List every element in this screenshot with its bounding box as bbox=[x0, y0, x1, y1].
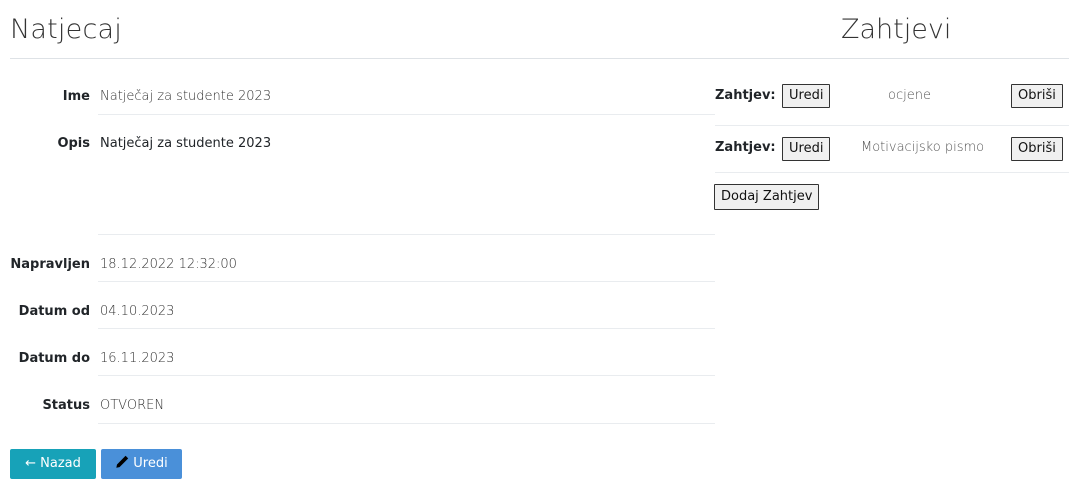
requirement-row: Zahtjev: Uredi ocjene Obriši bbox=[715, 78, 1069, 126]
requirement-label: Zahtjev: bbox=[715, 140, 776, 155]
back-button[interactable]: ← Nazad bbox=[10, 449, 96, 479]
pencil-icon bbox=[116, 455, 129, 468]
status-label: Status bbox=[42, 398, 90, 413]
edit-button-label: Uredi bbox=[133, 456, 168, 471]
desc-row-divider bbox=[98, 115, 715, 235]
requirement-row: Zahtjev: Uredi Motivacijsko pismo Obriši bbox=[715, 125, 1069, 173]
requirements-title: Zahtjevi bbox=[841, 14, 952, 45]
date-to-row-divider bbox=[98, 329, 715, 376]
delete-requirement-button[interactable]: Obriši bbox=[1011, 84, 1063, 108]
date-to-label: Datum do bbox=[18, 351, 90, 366]
delete-requirement-button[interactable]: Obriši bbox=[1011, 137, 1063, 161]
add-requirement-button[interactable]: Dodaj Zahtjev bbox=[714, 184, 820, 210]
edit-requirement-button[interactable]: Uredi bbox=[782, 84, 831, 108]
created-label: Napravljen bbox=[10, 257, 90, 272]
name-row-divider bbox=[98, 68, 715, 115]
requirement-label: Zahtjev: bbox=[715, 88, 776, 103]
edit-button[interactable]: Uredi bbox=[101, 449, 182, 479]
desc-label: Opis bbox=[57, 136, 90, 151]
requirement-name: ocjene bbox=[888, 88, 931, 103]
status-row-divider bbox=[98, 376, 715, 424]
header-divider bbox=[10, 58, 1069, 59]
name-label: Ime bbox=[62, 89, 90, 104]
created-row-divider bbox=[98, 235, 715, 282]
page-title: Natjecaj bbox=[10, 14, 122, 45]
arrow-left-icon: ← bbox=[25, 456, 37, 471]
date-from-label: Datum od bbox=[18, 304, 90, 319]
date-from-row-divider bbox=[98, 282, 715, 329]
page: Natjecaj Zahtjevi Ime Natječaj za studen… bbox=[0, 0, 1069, 479]
edit-requirement-button[interactable]: Uredi bbox=[782, 137, 831, 161]
requirement-name: Motivacijsko pismo bbox=[861, 140, 985, 155]
back-button-label: Nazad bbox=[40, 456, 81, 471]
